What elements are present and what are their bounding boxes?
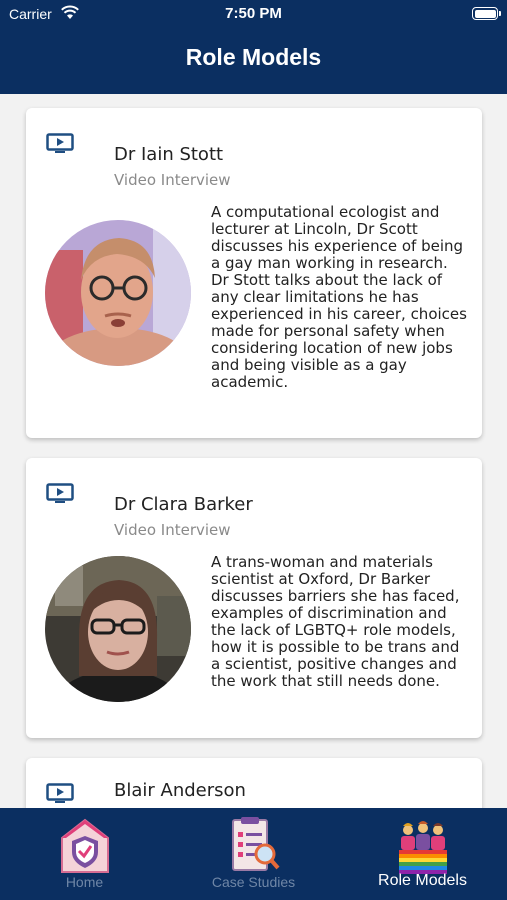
- role-model-card[interactable]: Dr Clara Barker Video Interview A trans-…: [26, 458, 482, 738]
- case-studies-icon: [232, 817, 280, 871]
- navigation-header: Carrier 7:50 PM Role Models: [0, 0, 507, 94]
- video-play-icon: [46, 783, 74, 803]
- video-play-icon: [46, 483, 74, 503]
- status-bar: Carrier 7:50 PM: [0, 0, 507, 28]
- tab-label: Case Studies: [211, 874, 296, 890]
- role-model-type: Video Interview: [114, 521, 231, 539]
- role-model-name: Blair Anderson: [114, 780, 246, 801]
- role-model-description: A computational ecologist and lecturer a…: [211, 203, 467, 391]
- tab-role-models[interactable]: Role Models: [338, 808, 507, 900]
- home-shield-icon: [61, 818, 109, 873]
- avatar: [45, 556, 191, 702]
- role-model-name: Dr Clara Barker: [114, 494, 253, 515]
- tab-label: Role Models: [378, 872, 467, 889]
- tab-bar: Home Case Studies Role Models: [0, 808, 507, 900]
- clock: 7:50 PM: [225, 5, 282, 22]
- video-play-icon: [46, 133, 74, 153]
- role-models-list[interactable]: Dr Iain Stott Video Interview A computat…: [0, 94, 507, 808]
- role-model-name: Dr Iain Stott: [114, 144, 224, 165]
- role-models-icon: [399, 821, 447, 874]
- role-model-card[interactable]: Dr Iain Stott Video Interview A computat…: [26, 108, 482, 438]
- role-model-type: Video Interview: [114, 171, 231, 189]
- tab-home[interactable]: Home: [0, 808, 169, 900]
- page-title: Role Models: [185, 44, 322, 70]
- avatar: [45, 220, 191, 366]
- role-model-card[interactable]: Blair Anderson: [26, 758, 482, 808]
- role-model-description: A trans-woman and materials scientist at…: [211, 553, 460, 690]
- battery-icon: [472, 7, 501, 20]
- tab-case-studies[interactable]: Case Studies: [169, 808, 338, 900]
- tab-label: Home: [65, 874, 104, 890]
